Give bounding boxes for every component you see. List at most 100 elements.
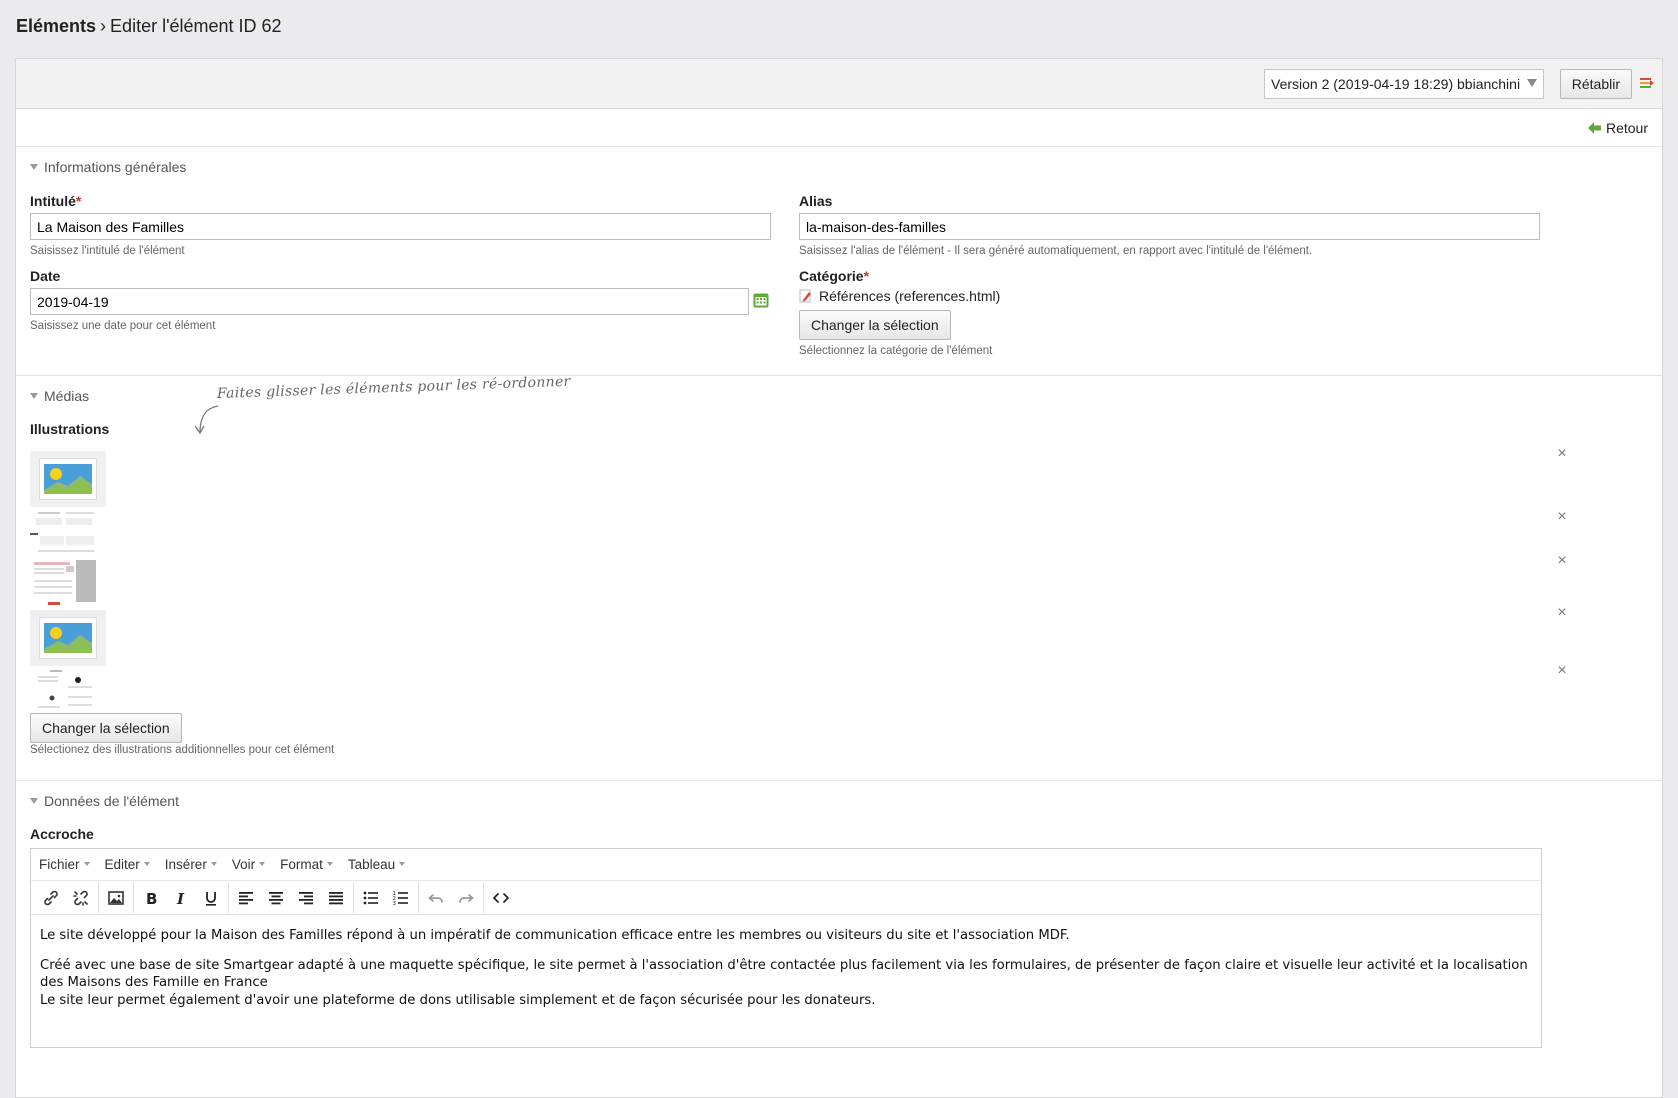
breadcrumb-root[interactable]: Eléments: [16, 16, 96, 36]
document-thumbnail: [30, 558, 100, 606]
category-selected: Références (references.html): [799, 288, 1540, 304]
calendar-icon[interactable]: [753, 292, 769, 308]
menu-fichier[interactable]: Fichier: [39, 857, 90, 872]
toolbar-divider: [228, 882, 229, 913]
bullet-list-button[interactable]: [356, 883, 386, 913]
bold-button[interactable]: B: [136, 883, 166, 913]
image-icon: [108, 890, 124, 905]
remove-link-button[interactable]: [66, 883, 96, 913]
menu-inserer[interactable]: Insérer: [165, 857, 217, 872]
triangle-down-icon: [30, 164, 38, 170]
restore-button[interactable]: Rétablir: [1559, 69, 1632, 99]
insert-link-button[interactable]: [36, 883, 66, 913]
image-placeholder-icon: [44, 464, 92, 494]
menu-voir[interactable]: Voir: [232, 857, 265, 872]
source-code-button[interactable]: [486, 883, 516, 913]
editor-content[interactable]: Le site développé pour la Maison des Fam…: [31, 915, 1541, 1021]
edit-panel: Version 2 (2019-04-19 18:29) bbianchini …: [15, 58, 1663, 1098]
italic-icon: I: [176, 890, 185, 907]
svg-text:B: B: [146, 890, 157, 907]
back-label: Retour: [1605, 120, 1648, 136]
intitule-label: Intitulé*: [30, 193, 771, 209]
back-row: Retour: [16, 109, 1662, 147]
align-center-icon: [269, 891, 283, 904]
date-label: Date: [30, 268, 61, 284]
version-select-value: Version 2 (2019-04-19 18:29) bbianchini: [1271, 76, 1521, 92]
remove-icon[interactable]: ×: [1554, 445, 1570, 463]
date-help: Saisissez une date pour cet élément: [30, 320, 216, 332]
list-item[interactable]: ×: [30, 445, 1570, 507]
version-toolbar: Version 2 (2019-04-19 18:29) bbianchini …: [16, 59, 1662, 109]
list-item[interactable]: ×: [30, 662, 1570, 716]
numbered-list-button[interactable]: 123: [386, 883, 416, 913]
redo-button[interactable]: [451, 883, 481, 913]
insert-image-button[interactable]: [101, 883, 131, 913]
required-marker: *: [75, 193, 82, 209]
toolbar-divider: [418, 882, 419, 913]
document-thumbnail: [30, 668, 100, 712]
section-toggle-element-data[interactable]: Données de l'élément: [16, 781, 1662, 821]
unlink-icon: [73, 890, 88, 906]
triangle-down-icon: [30, 393, 38, 399]
underline-button[interactable]: [196, 883, 226, 913]
link-icon: [44, 890, 58, 905]
illustrations-list: × × × × ×: [30, 445, 1570, 716]
intitule-field: Intitulé* Saisissez l'intitulé de l'élém…: [30, 193, 771, 257]
align-justify-icon: [329, 891, 343, 904]
list-item[interactable]: ×: [30, 604, 1570, 668]
list-item[interactable]: ×: [30, 552, 1570, 608]
intitule-input[interactable]: [30, 213, 771, 240]
remove-icon[interactable]: ×: [1554, 508, 1570, 526]
italic-button[interactable]: I: [166, 883, 196, 913]
underline-icon: [206, 891, 216, 906]
align-right-icon: [299, 891, 313, 904]
toolbar-divider: [353, 882, 354, 913]
category-label-text: Catégorie: [799, 268, 864, 284]
undo-button[interactable]: [421, 883, 451, 913]
arrow-left-icon: [1587, 122, 1601, 134]
breadcrumb-current: Editer l'élément ID 62: [110, 16, 282, 36]
numbered-list-icon: 123: [393, 891, 408, 907]
redo-icon: [459, 893, 474, 903]
align-center-button[interactable]: [261, 883, 291, 913]
section-toggle-general-info[interactable]: Informations générales: [16, 147, 1662, 187]
remove-icon[interactable]: ×: [1554, 552, 1570, 570]
illustrations-help: Sélectionez des illustrations additionne…: [30, 744, 335, 756]
remove-icon[interactable]: ×: [1554, 604, 1570, 622]
svg-text:I: I: [176, 890, 185, 907]
editor-toolbar: B I 123: [31, 881, 1541, 915]
menu-tableau[interactable]: Tableau: [348, 857, 405, 872]
category-label: Catégorie*: [799, 268, 1540, 284]
section-medias: Médias Faites glisser les éléments pour …: [16, 374, 1662, 781]
thumbnail: [30, 610, 106, 666]
history-restore-icon[interactable]: [1640, 77, 1654, 89]
alias-field: Alias Saisissez l'alias de l'élément - I…: [799, 193, 1540, 257]
align-left-button[interactable]: [231, 883, 261, 913]
back-link[interactable]: Retour: [1587, 120, 1648, 136]
illustrations-label: Illustrations: [30, 421, 110, 437]
alias-help: Saisissez l'alias de l'élément - Il sera…: [799, 245, 1313, 257]
triangle-down-icon: [30, 798, 38, 804]
align-right-button[interactable]: [291, 883, 321, 913]
breadcrumb-separator: ›: [100, 16, 107, 36]
date-field: Date Saisissez une date pour cet élément: [30, 268, 749, 332]
align-justify-button[interactable]: [321, 883, 351, 913]
bullet-list-icon: [363, 891, 378, 904]
breadcrumb: Eléments › Editer l'élément ID 62: [0, 0, 1678, 56]
change-category-button[interactable]: Changer la sélection: [799, 310, 951, 340]
curved-arrow-icon: [194, 405, 219, 435]
change-illustrations-button[interactable]: Changer la sélection: [30, 713, 182, 743]
menu-format[interactable]: Format: [280, 857, 333, 872]
toolbar-divider: [483, 882, 484, 913]
date-input[interactable]: [30, 288, 749, 315]
alias-input[interactable]: [799, 213, 1540, 240]
remove-icon[interactable]: ×: [1554, 662, 1570, 680]
paragraph-line: Créé avec une base de site Smartgear ada…: [40, 957, 1528, 991]
paragraph: Le site développé pour la Maison des Fam…: [40, 928, 1070, 943]
undo-icon: [428, 893, 443, 903]
rich-text-editor: Fichier Editer Insérer Voir Format Table…: [30, 848, 1542, 1048]
document-thumbnail: [30, 510, 100, 556]
menu-editer[interactable]: Editer: [105, 857, 150, 872]
list-item[interactable]: ×: [30, 508, 1570, 558]
version-select[interactable]: Version 2 (2019-04-19 18:29) bbianchini: [1264, 69, 1544, 99]
